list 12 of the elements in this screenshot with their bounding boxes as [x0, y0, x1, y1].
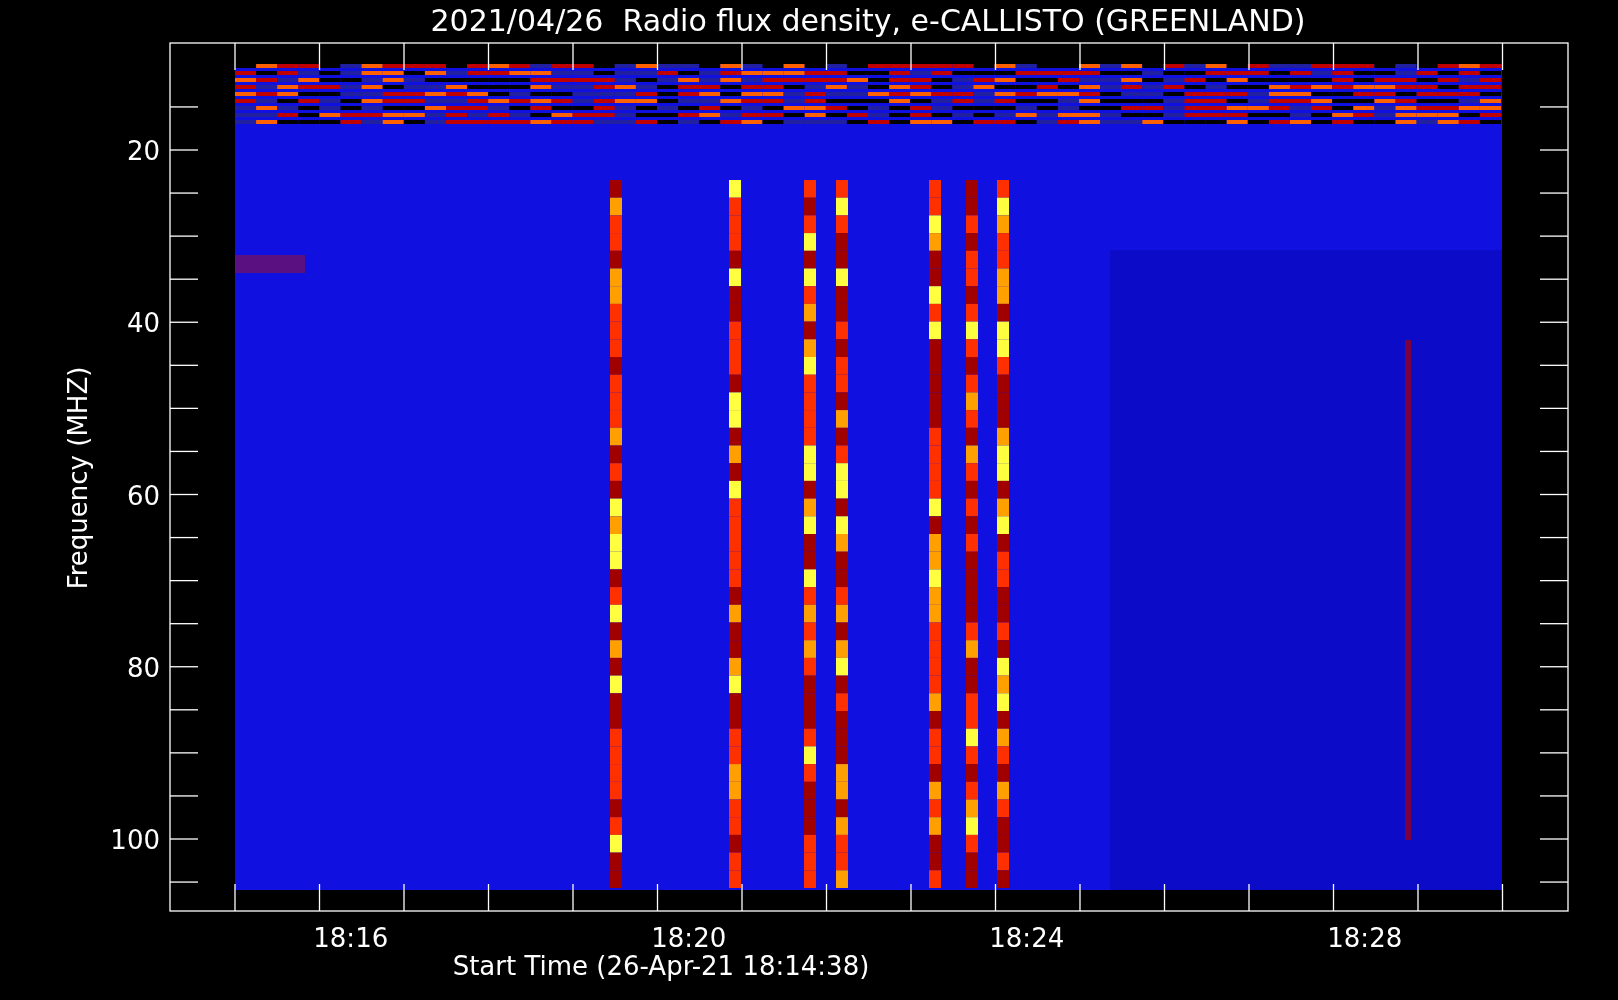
axis-tick-label: 18:20	[651, 923, 727, 953]
axis-tick-label: 80	[126, 652, 160, 683]
axis-tick-label: 20	[126, 136, 160, 166]
chart-title: 2021/04/26 Radio flux density, e-CALLISTO (GREENLAND)	[430, 3, 1306, 38]
axis-tick-label: 100	[110, 825, 160, 855]
axis-tick-label: 60	[126, 480, 160, 511]
axis-tick-label: 18:16	[313, 923, 389, 953]
axis-tick-label: 18:28	[1327, 923, 1403, 953]
axis-label: Start Time (26-Apr-21 18:14:38)	[452, 951, 870, 981]
axis-tick-label: 18:24	[989, 923, 1065, 953]
axis-tick-label: 40	[126, 308, 160, 339]
axis-label: Frequency (MHZ)	[63, 366, 93, 590]
